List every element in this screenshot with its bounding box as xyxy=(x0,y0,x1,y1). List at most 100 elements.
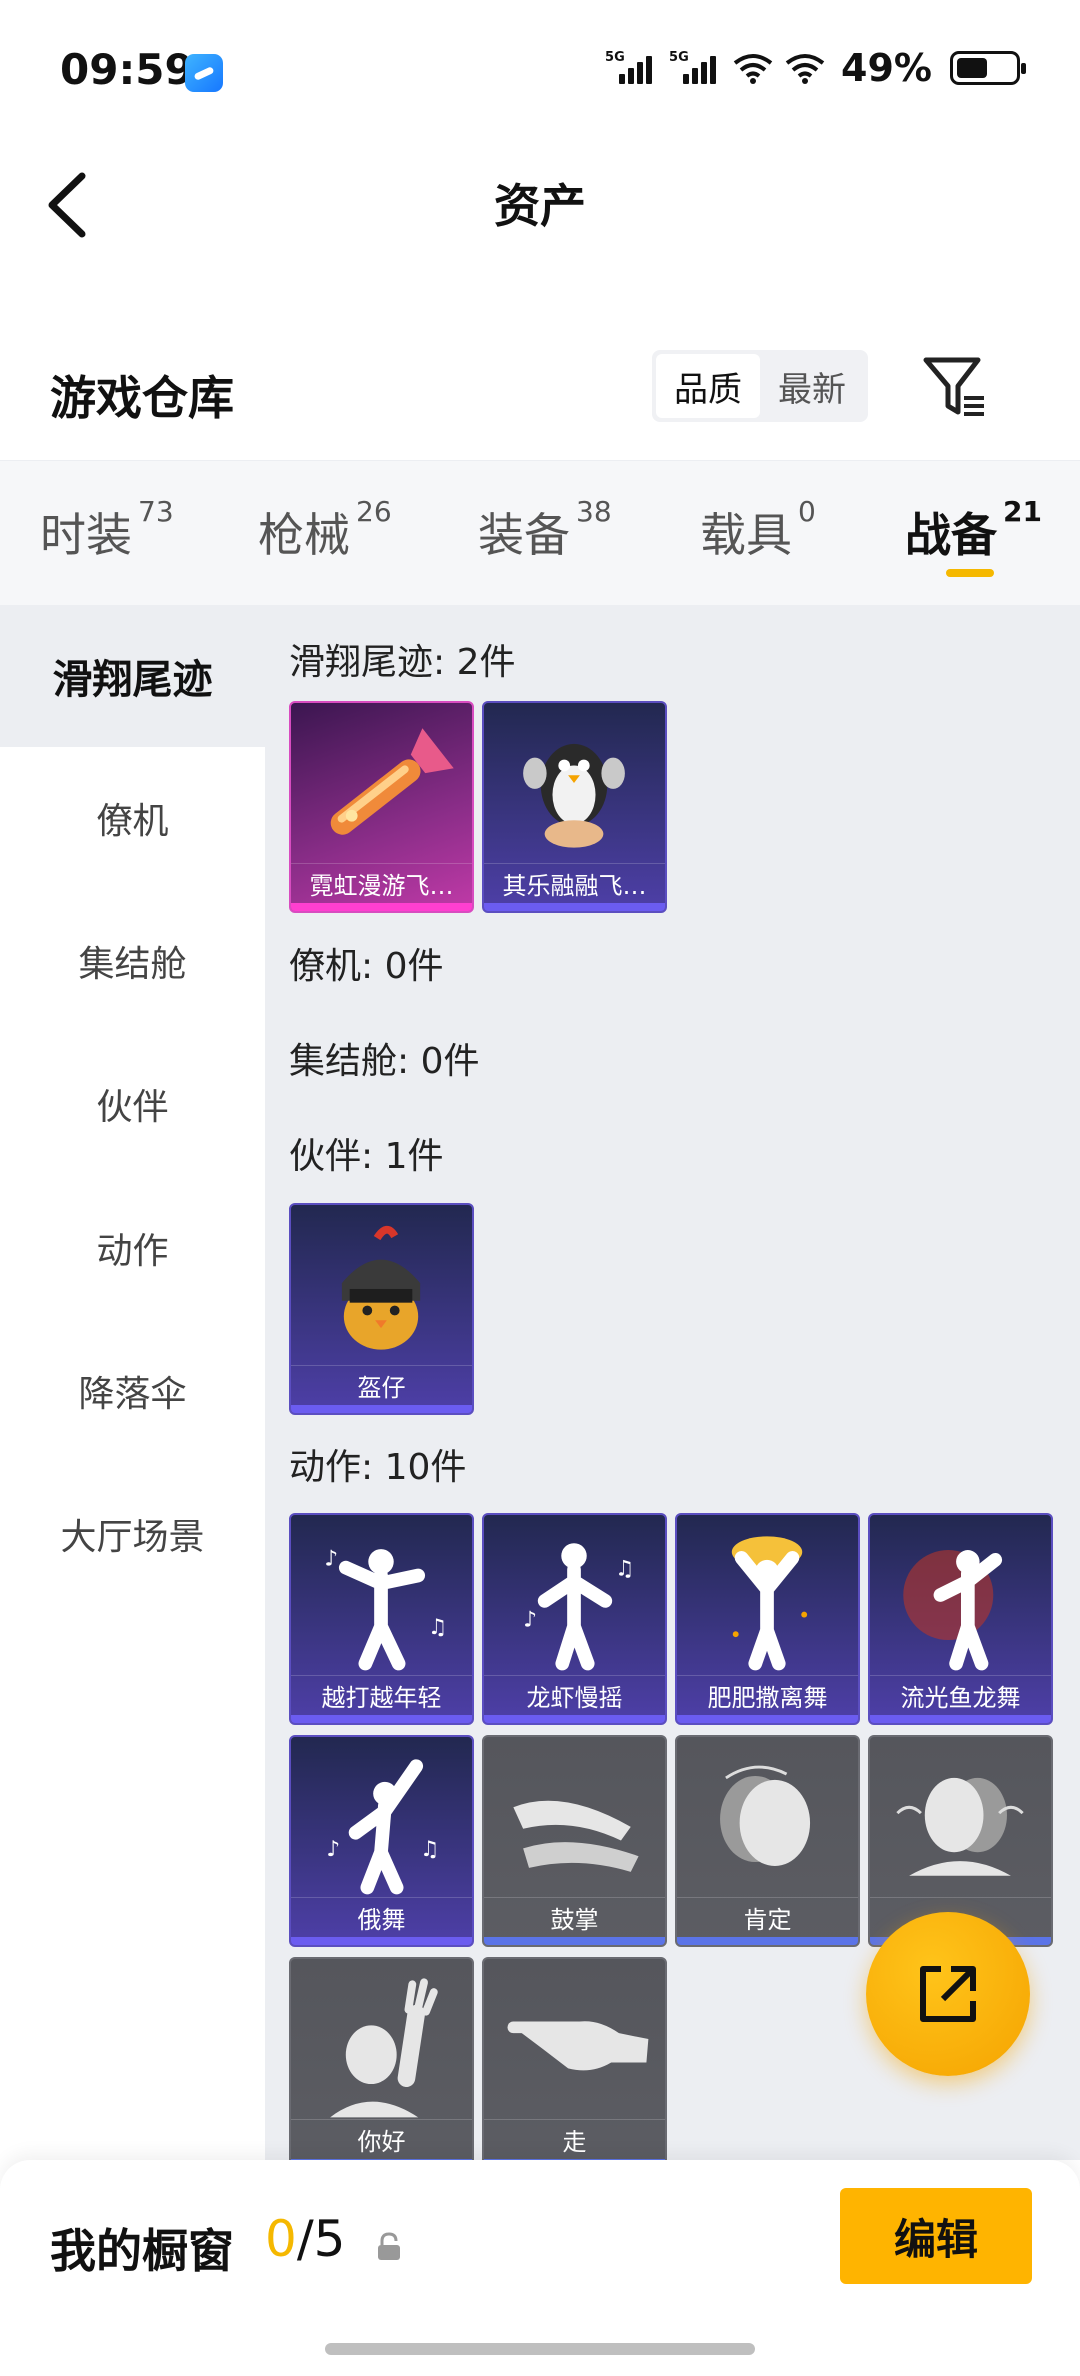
sidebar-item-lobby-scene[interactable]: 大厅场景 xyxy=(0,1463,265,1605)
tab-label: 装备 xyxy=(478,508,570,562)
sidebar-item-glide-trail[interactable]: 滑翔尾迹 xyxy=(0,605,265,747)
tab-weapons[interactable]: 枪械 26 xyxy=(258,495,392,565)
sort-by-quality-button[interactable]: 品质 xyxy=(656,354,760,418)
network-type-label: 5G xyxy=(605,50,625,65)
battery-percentage: 49% xyxy=(841,46,932,90)
item-card[interactable]: 其乐融融飞… xyxy=(482,701,667,913)
edit-button[interactable]: 编辑 xyxy=(840,2188,1032,2284)
item-card[interactable]: 盔仔 xyxy=(289,1203,474,1415)
tab-equipment[interactable]: 装备 38 xyxy=(478,495,612,565)
item-card[interactable]: ♪ ♫ 俄舞 xyxy=(289,1735,474,1947)
svg-text:♪: ♪ xyxy=(326,1837,340,1862)
dance-pose-icon: ♪♫ xyxy=(523,1543,634,1671)
item-name: 你好 xyxy=(291,2119,472,2159)
category-tabs: 时装 73 枪械 26 装备 38 载具 0 战备 21 xyxy=(0,460,1080,605)
item-card[interactable]: 霓虹漫游飞… xyxy=(289,701,474,913)
item-card[interactable]: 流光鱼龙舞 xyxy=(868,1513,1053,1725)
sidebar-item-assembly-pod[interactable]: 集结舱 xyxy=(0,890,265,1032)
filter-icon xyxy=(923,357,984,416)
item-name: 流光鱼龙舞 xyxy=(870,1675,1051,1715)
svg-text:♪: ♪ xyxy=(523,1607,537,1632)
sort-by-newest-button[interactable]: 最新 xyxy=(760,354,864,418)
sidebar-item-companion[interactable]: 伙伴 xyxy=(0,1033,265,1175)
wifi-icon xyxy=(785,51,825,85)
tab-count: 38 xyxy=(576,495,612,528)
item-name: 俄舞 xyxy=(291,1897,472,1937)
item-name: 盔仔 xyxy=(291,1365,472,1405)
dance-pose-icon xyxy=(731,1536,808,1671)
item-card[interactable]: 走 xyxy=(482,1957,667,2160)
showcase-bar: 我的橱窗 0/5 编辑 xyxy=(0,2160,1080,2376)
sidebar-item-parachute[interactable]: 降落伞 xyxy=(0,1320,265,1462)
app-notification-icon xyxy=(185,54,223,92)
tab-label: 枪械 xyxy=(258,508,350,562)
showcase-count: 0/5 xyxy=(265,2210,345,2268)
warehouse-header: 游戏仓库 品质 最新 xyxy=(0,320,1080,460)
tab-label: 战备 xyxy=(905,508,997,562)
svg-text:♫: ♫ xyxy=(420,1837,439,1862)
item-card[interactable]: 你好 xyxy=(289,1957,474,2160)
lock-icon xyxy=(378,2232,400,2260)
item-name: 肥肥撒离舞 xyxy=(677,1675,858,1715)
showcase-separator: / xyxy=(296,2210,314,2268)
dance-pose-icon xyxy=(903,1550,1003,1671)
item-card[interactable]: 肥肥撒离舞 xyxy=(675,1513,860,1725)
item-name: 肯定 xyxy=(677,1897,858,1937)
subcategory-sidebar: 滑翔尾迹 僚机 集结舱 伙伴 动作 降落伞 大厅场景 xyxy=(0,605,265,2160)
tab-vehicles[interactable]: 载具 0 xyxy=(700,495,816,565)
item-card[interactable]: ♪ ♫ 越打越年轻 xyxy=(289,1513,474,1725)
showcase-label: 我的橱窗 xyxy=(50,2224,234,2278)
item-name: 其乐融融飞… xyxy=(484,863,665,903)
top-nav: 资产 xyxy=(0,140,1080,270)
tab-count: 21 xyxy=(1003,495,1042,528)
item-card[interactable]: 肯定 xyxy=(675,1735,860,1947)
home-indicator[interactable] xyxy=(325,2343,755,2355)
dance-pose-icon: ♪♫ xyxy=(326,1759,439,1895)
item-card[interactable]: 鼓掌 xyxy=(482,1735,667,1947)
active-tab-indicator xyxy=(946,569,994,577)
status-time: 09:59 xyxy=(60,45,194,94)
item-name: 走 xyxy=(484,2119,665,2159)
status-bar: 09:59 5G 5G 49% xyxy=(0,0,1080,140)
filter-button[interactable] xyxy=(920,352,990,422)
tab-count: 26 xyxy=(356,495,392,528)
sort-toggle: 品质 最新 xyxy=(652,350,868,422)
section-title: 僚机: 0件 xyxy=(289,946,444,987)
item-name: 霓虹漫游飞… xyxy=(291,863,472,903)
signal-icon: 5G xyxy=(669,50,721,86)
wifi-icon xyxy=(733,51,773,85)
item-name: 龙虾慢摇 xyxy=(484,1675,665,1715)
penguin-trail-icon xyxy=(523,743,625,848)
sidebar-item-wingman[interactable]: 僚机 xyxy=(0,747,265,889)
tab-fashion[interactable]: 时装 73 xyxy=(40,495,174,565)
helmet-chick-icon xyxy=(341,1225,421,1350)
nod-icon xyxy=(720,1765,811,1866)
clap-icon xyxy=(513,1800,639,1872)
tab-battle-gear[interactable]: 战备 21 xyxy=(905,495,1042,565)
sidebar-item-emotes[interactable]: 动作 xyxy=(0,1177,265,1319)
dance-pose-icon: ♪♫ xyxy=(324,1547,447,1671)
page-title: 资产 xyxy=(494,179,586,233)
share-button[interactable] xyxy=(866,1912,1030,2076)
battery-icon xyxy=(950,51,1026,85)
svg-text:♪: ♪ xyxy=(324,1547,338,1572)
item-name: 越打越年轻 xyxy=(291,1675,472,1715)
share-icon xyxy=(920,1966,976,2022)
section-title: 伙伴: 1件 xyxy=(289,1136,444,1177)
tab-label: 载具 xyxy=(700,508,792,562)
point-icon xyxy=(507,2021,649,2071)
svg-text:♫: ♫ xyxy=(615,1556,634,1581)
svg-text:♫: ♫ xyxy=(428,1615,447,1640)
section-title: 滑翔尾迹: 2件 xyxy=(289,642,516,683)
status-indicators: 5G 5G 49% xyxy=(605,46,1026,90)
shake-head-icon xyxy=(896,1777,1024,1876)
warehouse-title: 游戏仓库 xyxy=(50,371,234,425)
network-type-label: 5G xyxy=(669,50,689,65)
section-title: 动作: 10件 xyxy=(289,1447,467,1488)
showcase-current: 0 xyxy=(265,2210,297,2268)
section-title: 集结舱: 0件 xyxy=(289,1041,480,1082)
item-name: 鼓掌 xyxy=(484,1897,665,1937)
glider-trail-icon xyxy=(330,728,454,835)
item-card[interactable]: ♪ ♫ 龙虾慢摇 xyxy=(482,1513,667,1725)
tab-label: 时装 xyxy=(40,508,132,562)
